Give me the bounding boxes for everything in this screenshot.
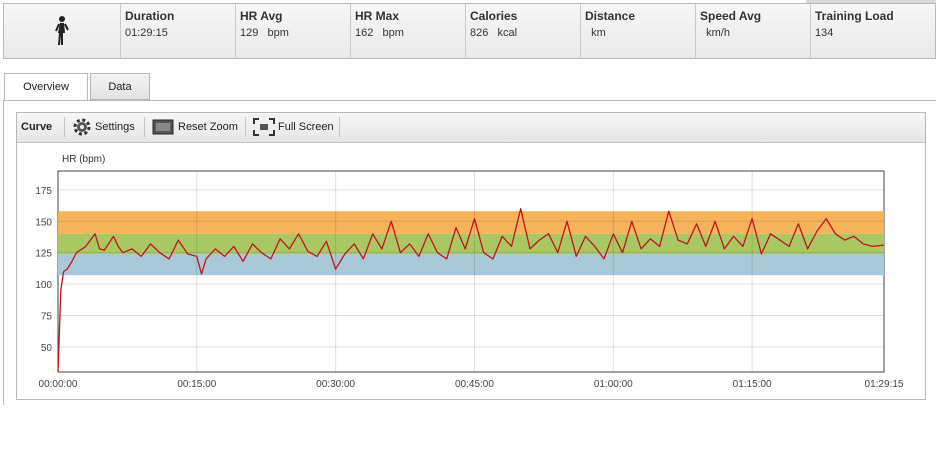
full-screen-button[interactable]: Full Screen	[253, 116, 334, 138]
x-tick-label: 01:29:15	[865, 379, 904, 390]
curve-title: Curve	[21, 116, 52, 138]
stat-value: 01:29:15	[125, 27, 168, 39]
x-tick-label: 00:45:00	[455, 379, 494, 390]
walking-person-icon	[55, 16, 69, 45]
stat-speed-avg: Speed Avg km/h	[696, 4, 811, 58]
y-tick-label: 50	[41, 343, 53, 354]
chart-toolbar: Curve Settings Reset Zoom Full Screen	[17, 113, 925, 143]
curve-panel: Curve Settings Reset Zoom Full Screen 17…	[16, 112, 926, 400]
workout-summary-bar: Duration 01:29:15 HR Avg 129 bpm HR Max 162 b…	[3, 3, 936, 59]
stat-calories: Calories 826 kcal	[466, 4, 581, 58]
x-tick-label: 00:15:00	[177, 379, 216, 390]
stat-label: Calories	[470, 9, 518, 23]
settings-button[interactable]: Settings	[72, 116, 135, 138]
full-screen-icon	[253, 118, 275, 136]
stat-hr-avg: HR Avg 129 bpm	[236, 4, 351, 58]
y-tick-label: 100	[35, 280, 52, 291]
stat-label: Distance	[585, 9, 636, 23]
hr-zone-band	[58, 253, 884, 276]
toolbar-separator	[339, 117, 340, 137]
stat-value: 162 bpm	[355, 27, 404, 39]
toolbar-separator	[64, 117, 65, 137]
stat-training-load: Training Load 134	[811, 4, 937, 58]
stat-label: Speed Avg	[700, 9, 762, 23]
stat-value: 826 kcal	[470, 27, 518, 39]
toolbar-separator	[144, 117, 145, 137]
stat-value: 134	[815, 27, 834, 39]
stat-distance: Distance km	[581, 4, 696, 58]
stat-label: HR Max	[355, 9, 400, 23]
stat-value: 129 bpm	[240, 27, 289, 39]
stat-label: Duration	[125, 9, 175, 23]
x-tick-label: 00:30:00	[316, 379, 355, 390]
reset-zoom-icon	[152, 119, 174, 135]
stat-label: HR Avg	[240, 9, 283, 23]
tab-overview-label: Overview	[23, 81, 69, 93]
settings-label: Settings	[95, 121, 135, 133]
activity-cell	[4, 4, 121, 58]
y-tick-label: 125	[35, 249, 52, 260]
full-screen-label: Full Screen	[278, 121, 334, 133]
tab-data-label: Data	[108, 80, 132, 93]
y-tick-label: 150	[35, 217, 52, 228]
stat-value: km/h	[700, 27, 730, 39]
gear-icon	[73, 118, 91, 136]
curve-label: Curve	[21, 121, 53, 133]
x-tick-label: 01:15:00	[733, 379, 772, 390]
toolbar-separator	[245, 117, 246, 137]
reset-zoom-label: Reset Zoom	[178, 121, 238, 133]
stat-label: Training Load	[815, 9, 894, 23]
stat-hr-max: HR Max 162 bpm	[351, 4, 466, 58]
reset-zoom-button[interactable]: Reset Zoom	[152, 116, 238, 138]
heart-rate-chart[interactable]: 175 150 125 100 75 50 00:00:00 00:15:00 00:30:00…	[17, 143, 925, 399]
tab-underline	[3, 100, 936, 101]
x-tick-label: 01:00:00	[594, 379, 633, 390]
stat-value: km	[585, 27, 606, 39]
x-tick-label: 00:00:00	[39, 379, 78, 390]
stat-duration: Duration 01:29:15	[121, 4, 236, 58]
y-axis-label: HR (bpm)	[62, 154, 105, 165]
tab-overview[interactable]: Overview	[4, 73, 88, 101]
y-tick-label: 175	[35, 186, 52, 197]
content-left-border	[3, 100, 4, 405]
tab-data[interactable]: Data	[90, 73, 150, 100]
y-tick-label: 75	[41, 311, 53, 322]
